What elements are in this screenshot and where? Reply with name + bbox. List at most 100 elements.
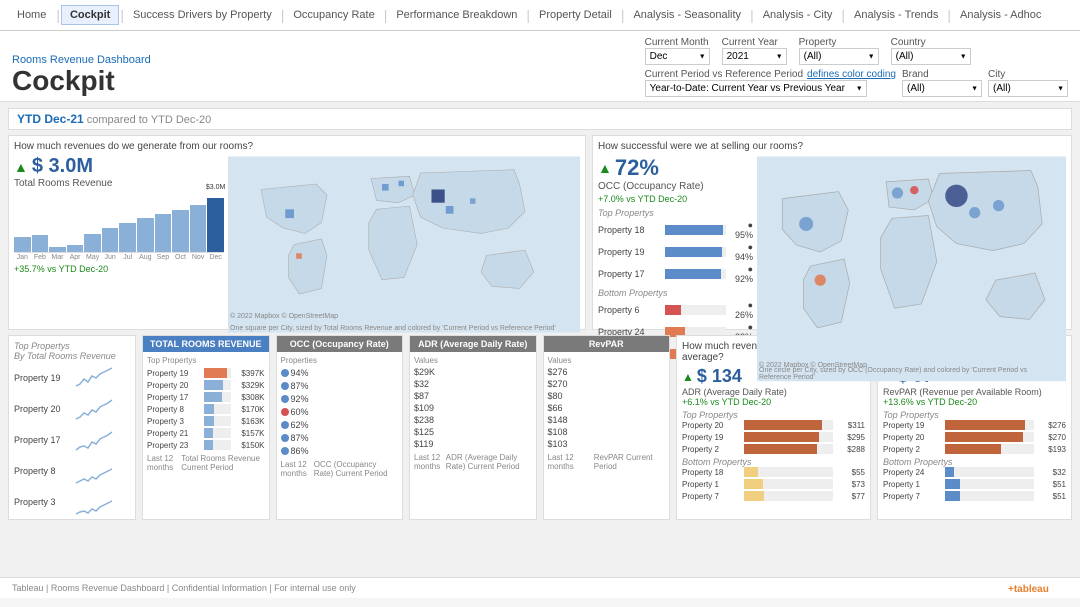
period-label: Current Period vs Reference Period — [645, 69, 803, 80]
adr-top-2: Property 19 $295 — [682, 432, 865, 442]
nav-item-success[interactable]: Success Drivers by Property — [125, 6, 280, 24]
adr-val-4: $109 — [414, 403, 532, 413]
adr-val-7: $119 — [414, 439, 532, 449]
period-select[interactable]: Year-to-Date: Current Year vs Previous Y… — [645, 80, 867, 97]
adr-val-1: $29K — [414, 367, 532, 377]
revenue-panel: How much revenues do we generate from ou… — [8, 135, 586, 330]
adr-val-6: $125 — [414, 427, 532, 437]
tableau-logo-svg: +tableau — [1008, 581, 1068, 595]
main-content: YTD Dec-21 compared to YTD Dec-20 How mu… — [0, 102, 1080, 577]
trr-prop-2: Property 20 $329K — [147, 380, 265, 390]
adr-bot-3: Property 7 $77 — [682, 491, 865, 501]
occ-section-title: How successful were we at selling our ro… — [598, 141, 1066, 152]
brand-select[interactable]: (All) — [902, 80, 982, 97]
adr-val-5: $238 — [414, 415, 532, 425]
revpar-val-6: $108 — [548, 427, 666, 437]
occ-top-prop-3: Property 17 ● 92% — [598, 264, 753, 284]
adr-metric-label: ADR (Average Daily Rate) — [682, 387, 865, 397]
occ-row-1: 94% — [281, 368, 399, 378]
nav-item-seasonality[interactable]: Analysis - Seasonality — [625, 6, 749, 24]
ytd-year: YTD Dec-21 — [17, 112, 84, 126]
occ-metric-title: OCC (Occupancy Rate) — [277, 336, 403, 352]
occ-pct: 72% — [615, 155, 659, 181]
adr-val-3: $87 — [414, 391, 532, 401]
occ-arrow-icon: ▲ — [598, 160, 612, 176]
nav-item-home[interactable]: Home — [8, 5, 55, 25]
sparklines-panel: Top Propertys By Total Rooms Revenue Pro… — [8, 335, 136, 520]
sparkline-prop-3: Property 17 — [14, 426, 130, 454]
city-select[interactable]: (All) — [988, 80, 1068, 97]
revenue-change: +35.7% vs YTD Dec-20 — [14, 264, 224, 274]
defines-color-coding[interactable]: defines color coding — [807, 69, 896, 80]
property-select[interactable]: (All) — [799, 48, 879, 65]
revpar-bot-2: Property 1 $51 — [883, 479, 1066, 489]
revpar-metric-box: RevPAR Values $276 $270 $80 $66 $148 $10… — [543, 335, 671, 520]
occ-metric-box: OCC (Occupancy Rate) Properties 94% 87% … — [276, 335, 404, 520]
trr-prop-1: Property 19 $397K — [147, 368, 265, 378]
occ-row-3: 92% — [281, 394, 399, 404]
occ-row-4: 60% — [281, 407, 399, 417]
adr-amount: $ 134 — [697, 366, 742, 387]
map-note: One square per City, sized by Total Room… — [230, 325, 564, 332]
adr-bot-2: Property 1 $73 — [682, 479, 865, 489]
occ-map-note: One circle per City, sized by OCC (Occup… — [759, 367, 1053, 381]
trr-prop-4: Property 8 $170K — [147, 404, 265, 414]
occ-map: © 2022 Mapbox © OpenStreetMap One circle… — [757, 155, 1066, 383]
occ-change: +7.0% vs YTD Dec-20 — [598, 194, 753, 204]
country-select[interactable]: (All) — [891, 48, 971, 65]
adr-metric-title: ADR (Average Daily Rate) — [410, 336, 536, 352]
nav-item-detail[interactable]: Property Detail — [531, 6, 620, 24]
nav-item-performance[interactable]: Performance Breakdown — [388, 6, 525, 24]
revpar-val-1: $276 — [548, 367, 666, 377]
current-year-label: Current Year — [722, 37, 787, 48]
sparklines-label: Top Propertys — [14, 341, 130, 351]
sparkline-prop-1: Property 19 — [14, 364, 130, 392]
nav-item-trends[interactable]: Analysis - Trends — [846, 6, 946, 24]
occ-top-prop-2: Property 19 ● 94% — [598, 242, 753, 262]
sparklines-by-label: By Total Rooms Revenue — [14, 351, 130, 361]
sparkline-prop-5: Property 3 — [14, 488, 130, 516]
revpar-val-7: $103 — [548, 439, 666, 449]
occ-bottom-prop-1: Property 6 ● 26% — [598, 300, 753, 320]
revpar-top-3: Property 2 $193 — [883, 444, 1066, 454]
revpar-metric-label: RevPAR (Revenue per Available Room) — [883, 387, 1066, 397]
adr-metric-box: ADR (Average Daily Rate) Values $29K $32… — [409, 335, 537, 520]
map-credit: © 2022 Mapbox © OpenStreetMap — [230, 313, 338, 320]
occ-label: OCC (Occupancy Rate) — [598, 181, 753, 192]
revpar-metric-title: RevPAR — [544, 336, 670, 352]
sparkline-prop-2: Property 20 — [14, 395, 130, 423]
adr-top-3: Property 2 $288 — [682, 444, 865, 454]
nav-item-cockpit[interactable]: Cockpit — [61, 5, 119, 25]
total-rooms-metric-box: TOTAL ROOMS REVENUE Top Propertys Proper… — [142, 335, 270, 520]
revpar-top-1: Property 19 $276 — [883, 420, 1066, 430]
revpar-top-2: Property 20 $270 — [883, 432, 1066, 442]
revenue-map: © 2022 Mapbox © OpenStreetMap One square… — [228, 155, 580, 334]
revpar-val-2: $270 — [548, 379, 666, 389]
city-filter: City (All) ▼ — [988, 69, 1068, 97]
city-label: City — [988, 69, 1068, 80]
trr-prop-3: Property 17 $308K — [147, 392, 265, 402]
revenue-label: Total Rooms Revenue — [14, 178, 224, 189]
ytd-banner: YTD Dec-21 compared to YTD Dec-20 — [8, 108, 1072, 130]
current-month-filter: Current Month Dec ▼ — [645, 37, 710, 65]
nav-item-adhoc[interactable]: Analysis - Adhoc — [952, 6, 1049, 24]
revpar-val-4: $66 — [548, 403, 666, 413]
trr-prop-7: Property 23 $150K — [147, 440, 265, 450]
adr-change: +6.1% vs YTD Dec-20 — [682, 397, 865, 407]
current-year-filter: Current Year 2021 ▼ — [722, 37, 787, 65]
header-left: Rooms Revenue Dashboard Cockpit — [12, 54, 151, 97]
country-label: Country — [891, 37, 971, 48]
current-year-select[interactable]: 2021 — [722, 48, 787, 65]
adr-bot-1: Property 18 $55 — [682, 467, 865, 477]
nav-bar: Home | Cockpit | Success Drivers by Prop… — [0, 0, 1080, 31]
revpar-change: +13.6% vs YTD Dec-20 — [883, 397, 1066, 407]
occ-bottom-label: Bottom Propertys — [598, 288, 753, 298]
nav-item-occupancy[interactable]: Occupancy Rate — [285, 6, 382, 24]
current-month-select[interactable]: Dec — [645, 48, 710, 65]
ytd-compared: compared to YTD Dec-20 — [87, 114, 212, 126]
revpar-val-3: $80 — [548, 391, 666, 401]
occ-row-2: 87% — [281, 381, 399, 391]
header-filters: Current Month Dec ▼ Current Year 2021 ▼ — [645, 37, 1068, 97]
nav-item-city[interactable]: Analysis - City — [755, 6, 841, 24]
period-filter: Current Period vs Reference Period defin… — [645, 69, 896, 97]
